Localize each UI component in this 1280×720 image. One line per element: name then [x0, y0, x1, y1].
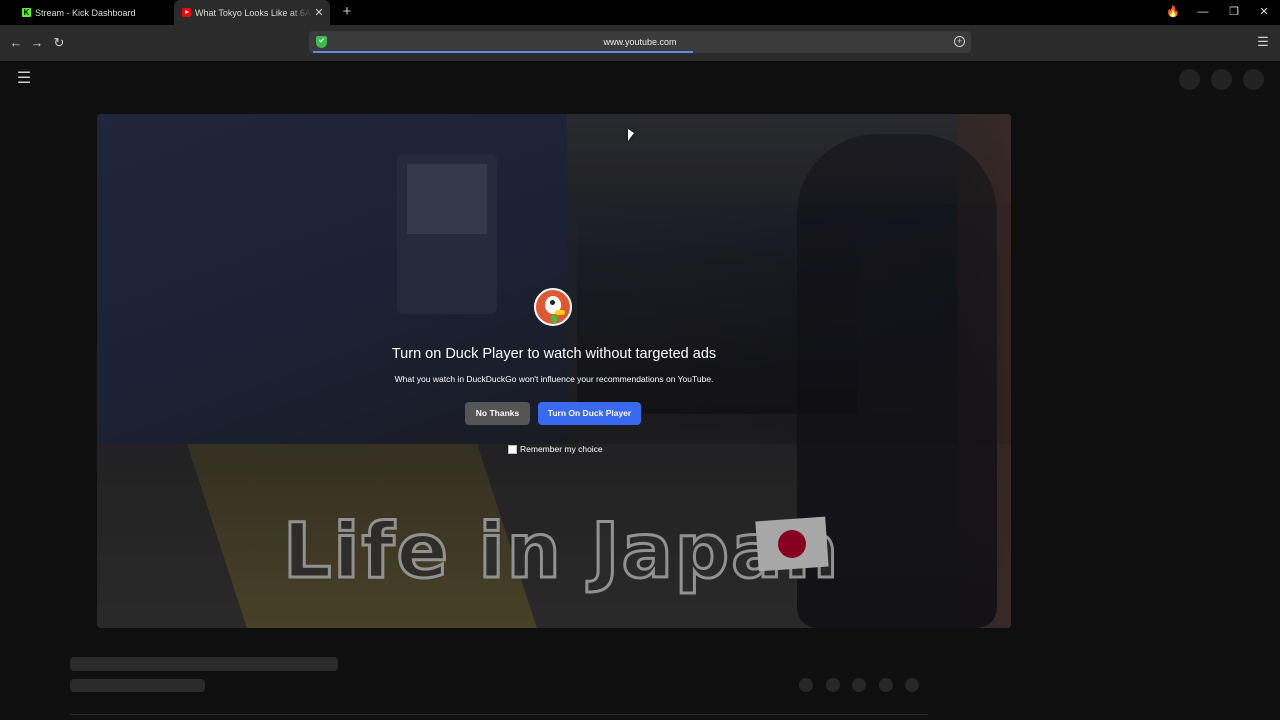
remember-choice-label: Remember my choice — [520, 444, 603, 454]
avatar-placeholder[interactable] — [1179, 69, 1200, 90]
video-player[interactable]: Life in Japan Turn on Duck Player to wat… — [97, 114, 1011, 628]
action-skeleton — [905, 678, 919, 692]
tab-title: Stream - Kick Dashboard — [35, 7, 136, 18]
kick-icon: K — [22, 8, 31, 17]
page-load-progress — [313, 51, 693, 53]
remember-choice-option[interactable]: Remember my choice — [508, 443, 603, 455]
channel-skeleton — [70, 679, 205, 692]
forward-arrow-icon[interactable]: → — [28, 34, 46, 52]
tab-strip: K Stream - Kick Dashboard What Tokyo Loo… — [0, 0, 1280, 25]
back-arrow-icon[interactable]: ← — [7, 34, 25, 52]
minimize-icon[interactable]: — — [1188, 0, 1218, 25]
duck-player-overlay — [97, 114, 1011, 628]
duck-beak-icon — [555, 310, 565, 315]
hamburger-menu-icon[interactable]: ☰ — [16, 71, 32, 87]
action-skeleton — [852, 678, 866, 692]
duck-tie-icon — [551, 315, 557, 323]
address-bar[interactable]: www.youtube.com + — [309, 31, 971, 53]
title-skeleton — [70, 657, 338, 671]
avatar-placeholder[interactable] — [1243, 69, 1264, 90]
tab-title: What Tokyo Looks Like at 6AM — [195, 7, 312, 18]
close-window-icon[interactable]: ✕ — [1249, 0, 1279, 25]
close-tab-icon[interactable]: ✕ — [312, 6, 326, 19]
turn-on-duck-player-button[interactable]: Turn On Duck Player — [538, 402, 641, 425]
add-bookmark-icon[interactable]: + — [954, 36, 965, 47]
browser-menu-icon[interactable]: ☰ — [1256, 35, 1270, 49]
url-text[interactable]: www.youtube.com — [309, 31, 971, 53]
remember-choice-checkbox[interactable] — [508, 444, 517, 454]
tab-kick-dashboard[interactable]: K Stream - Kick Dashboard — [14, 0, 172, 25]
action-skeleton — [879, 678, 893, 692]
new-tab-button[interactable]: + — [339, 4, 355, 20]
tab-youtube-video[interactable]: What Tokyo Looks Like at 6AM ✕ — [174, 0, 330, 25]
mouse-cursor-icon — [628, 129, 634, 141]
browser-toolbar: ← → ↻ www.youtube.com + ☰ — [0, 25, 1280, 61]
reload-icon[interactable]: ↻ — [50, 34, 68, 52]
divider — [70, 714, 928, 715]
no-thanks-button[interactable]: No Thanks — [465, 402, 530, 425]
fire-icon[interactable]: 🔥 — [1158, 0, 1188, 25]
youtube-icon — [182, 8, 191, 17]
restore-icon[interactable]: ❐ — [1219, 0, 1249, 25]
action-skeleton — [799, 678, 813, 692]
duck-player-subtitle: What you watch in DuckDuckGo won't influ… — [394, 374, 714, 384]
avatar-placeholder[interactable] — [1211, 69, 1232, 90]
duck-player-title: Turn on Duck Player to watch without tar… — [391, 346, 717, 362]
action-skeleton — [826, 678, 840, 692]
